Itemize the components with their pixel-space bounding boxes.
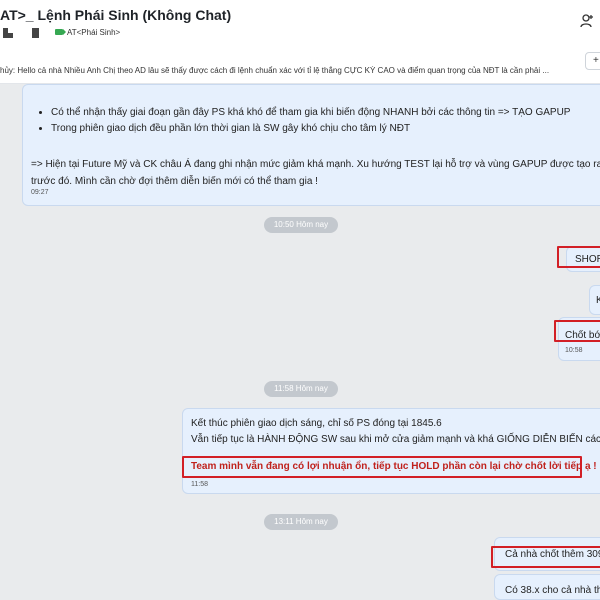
message-bullets: Có thể nhận thấy giai đoạn gần đây PS kh…: [51, 105, 570, 137]
highlight-box: [491, 546, 600, 568]
message-time: 11:58: [191, 481, 208, 488]
message-text: => Hiện tại Future Mỹ và CK châu Á đang …: [31, 156, 600, 190]
date-separator: 11:58 Hôm nay: [264, 381, 338, 397]
pinned-message-bar[interactable]: hủy: Hello cả nhà Nhiều Anh Chị theo AD …: [0, 56, 600, 84]
message-line: trước đó. Mình cần chờ đợi thêm diễn biế…: [31, 176, 318, 187]
highlight-box: [557, 246, 600, 268]
date-separator: 10:50 Hôm nay: [264, 217, 338, 233]
pinned-message-text: hủy: Hello cả nhà Nhiều Anh Chị theo AD …: [0, 66, 550, 75]
message-line: => Hiện tại Future Mỹ và CK châu Á đang …: [31, 159, 600, 170]
bullet-item: Có thể nhận thấy giai đoạn gần đây PS kh…: [51, 105, 570, 121]
highlight-box: [554, 320, 600, 342]
highlight-box: [182, 456, 582, 478]
message-text: K: [596, 295, 600, 306]
message-line: Kết thúc phiên giao dịch sáng, chỉ số PS…: [191, 418, 442, 429]
message-text: Có 38.x cho cả nhà tho: [505, 585, 600, 596]
message-time: 09:27: [31, 189, 49, 196]
avatar-icon: [3, 28, 13, 38]
message-bubble[interactable]: Có thể nhận thấy giai đoạn gần đây PS kh…: [22, 84, 600, 206]
bullet-item: Trong phiên giao dịch đều phần lớn thời …: [51, 121, 570, 137]
date-separator: 13:11 Hôm nay: [264, 514, 338, 530]
add-user-icon[interactable]: [580, 14, 594, 28]
chat-header: AT>_ Lệnh Phái Sinh (Không Chat) AT<Phái…: [0, 0, 600, 44]
chat-area[interactable]: Có thể nhận thấy giai đoạn gần đây PS kh…: [0, 84, 600, 600]
chat-title: AT>_ Lệnh Phái Sinh (Không Chat): [0, 7, 232, 23]
message-bubble[interactable]: Có 38.x cho cả nhà tho: [494, 574, 600, 600]
document-icon: [32, 28, 39, 38]
message-bubble[interactable]: Kết thúc phiên giao dịch sáng, chỉ số PS…: [182, 408, 600, 494]
channel-tag-label: AT<Phái Sinh>: [67, 27, 121, 37]
message-bubble[interactable]: K: [589, 285, 600, 315]
message-line: Vẫn tiếp tục là HÀNH ĐỘNG SW sau khi mở …: [191, 434, 600, 445]
channel-tag[interactable]: AT<Phái Sinh>: [55, 26, 120, 38]
message-time: 10:58: [565, 347, 583, 354]
pinned-expand-button[interactable]: +: [585, 52, 600, 70]
tag-icon: [55, 29, 66, 35]
